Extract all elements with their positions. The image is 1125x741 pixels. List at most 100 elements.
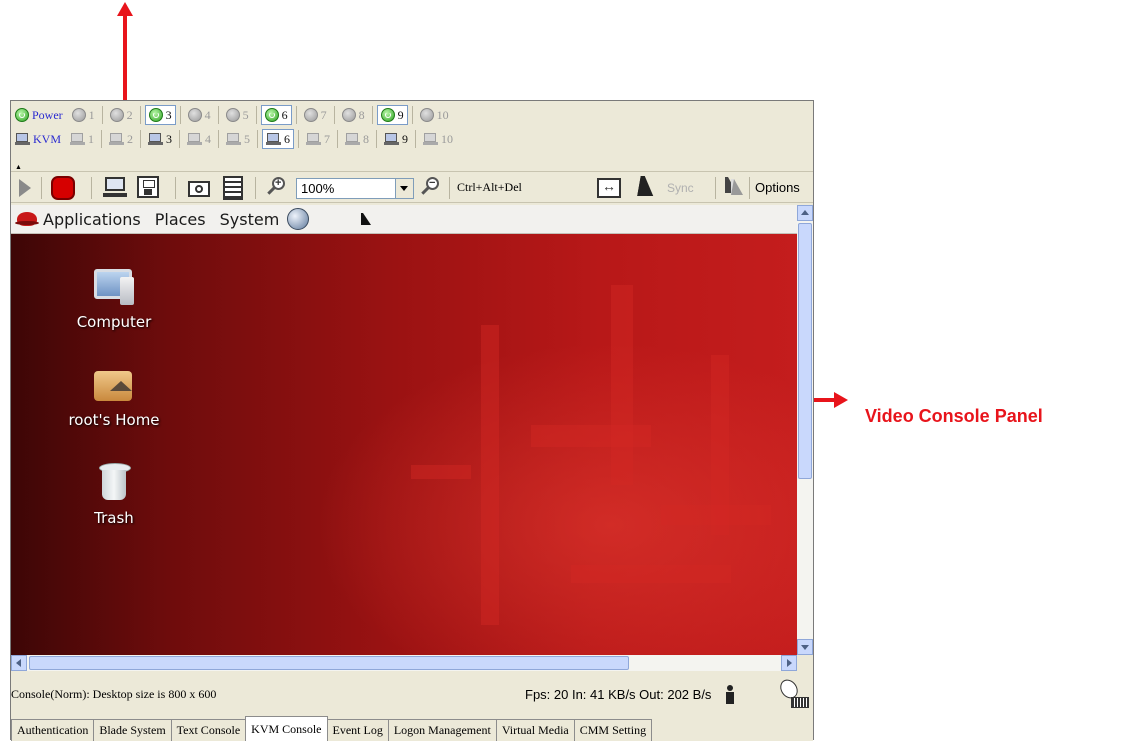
tab-virtual-media[interactable]: Virtual Media xyxy=(495,719,575,741)
tab-logon-management[interactable]: Logon Management xyxy=(387,719,497,741)
scroll-down-button[interactable] xyxy=(797,639,813,655)
desktop-icon-computer[interactable]: Computer xyxy=(59,267,169,331)
scroll-right-button[interactable] xyxy=(781,655,797,671)
slot-separator xyxy=(139,106,141,124)
kvm-slot-8[interactable]: 8 xyxy=(342,129,372,149)
video-console-panel-label: Video Console Panel xyxy=(865,406,1043,426)
fit-screen-icon[interactable] xyxy=(597,178,621,198)
user-icon[interactable] xyxy=(725,685,735,705)
kvm-slot-9[interactable]: 9 xyxy=(381,129,411,149)
power-slot-4[interactable]: 4 xyxy=(185,105,214,125)
menu-system[interactable]: System xyxy=(220,210,280,229)
power-slot-5[interactable]: 5 xyxy=(223,105,252,125)
keyboard-mouse-icon[interactable] xyxy=(777,679,809,708)
power-off-icon xyxy=(303,108,318,122)
menu-places[interactable]: Places xyxy=(155,210,206,229)
play-icon[interactable] xyxy=(19,179,31,197)
slot-number: 2 xyxy=(127,131,134,146)
save-icon[interactable] xyxy=(137,176,159,198)
power-slot-10[interactable]: 10 xyxy=(417,105,452,125)
blade-status-panel: Power 1 2 3 4 5 6 7 8 9 10 KVM 1 2 3 4 5… xyxy=(11,101,813,167)
toolbar-separator xyxy=(175,177,176,199)
power-slot-9[interactable]: 9 xyxy=(376,105,408,125)
kvm-slot-10[interactable]: 10 xyxy=(420,129,456,149)
kvm-row-label[interactable]: KVM xyxy=(15,132,61,147)
kvm-application-window: Power 1 2 3 4 5 6 7 8 9 10 KVM 1 2 3 4 5… xyxy=(10,100,814,741)
power-slot-8[interactable]: 8 xyxy=(339,105,368,125)
video-console-panel[interactable]: Applications Places System Computer root… xyxy=(11,205,797,655)
zoom-level-value: 100% xyxy=(301,181,335,196)
kvm-on-icon xyxy=(384,132,400,146)
desktop-icon-home[interactable]: root's Home xyxy=(59,365,169,429)
slot-separator xyxy=(415,130,417,148)
power-slot-6[interactable]: 6 xyxy=(260,105,292,125)
power-slot-1[interactable]: 1 xyxy=(69,105,98,125)
kvm-label: KVM xyxy=(33,131,62,146)
slot-number: 8 xyxy=(358,107,365,122)
web-browser-icon[interactable] xyxy=(287,208,310,230)
slot-separator xyxy=(411,106,413,124)
power-slot-3[interactable]: 3 xyxy=(144,105,176,125)
power-off-icon xyxy=(187,108,202,122)
vertical-scroll-thumb[interactable] xyxy=(798,223,812,479)
slot-number: 3 xyxy=(165,107,172,122)
screenshot-camera-icon[interactable] xyxy=(187,176,213,200)
zoom-level-select[interactable]: 100% xyxy=(296,178,414,199)
scroll-up-button[interactable] xyxy=(797,205,813,221)
sync-button[interactable]: Sync xyxy=(667,181,694,195)
slot-separator xyxy=(376,130,378,148)
tab-blade-system[interactable]: Blade System xyxy=(93,719,172,741)
kvm-slot-2[interactable]: 2 xyxy=(106,129,136,149)
slot-number: 1 xyxy=(88,107,95,122)
kvm-off-icon xyxy=(109,132,125,146)
vertical-scrollbar[interactable] xyxy=(797,205,813,655)
wallpaper-stripe xyxy=(411,465,471,479)
options-button[interactable]: Options xyxy=(755,180,800,195)
kvm-slot-7[interactable]: 7 xyxy=(303,129,333,149)
power-slot-7[interactable]: 7 xyxy=(301,105,330,125)
slot-number: 8 xyxy=(363,131,370,146)
chevron-down-icon[interactable] xyxy=(395,179,413,198)
horizontal-scroll-thumb[interactable] xyxy=(29,656,629,670)
tab-cmm-setting[interactable]: CMM Setting xyxy=(573,719,653,741)
desktop-icon-trash[interactable]: Trash xyxy=(59,463,169,527)
toolbar-separator xyxy=(41,177,42,199)
kvm-slot-6[interactable]: 6 xyxy=(262,129,295,149)
kvm-slot-4[interactable]: 4 xyxy=(184,129,214,149)
kvm-row: KVM 1 2 3 4 5 6 7 8 9 10 xyxy=(15,128,460,150)
slot-number: 6 xyxy=(284,131,291,146)
panel-icon[interactable] xyxy=(223,176,243,200)
throughput-status-text: Fps: 20 In: 41 KB/s Out: 202 B/s xyxy=(525,687,712,702)
horizontal-scrollbar[interactable] xyxy=(11,655,797,671)
tab-event-log[interactable]: Event Log xyxy=(326,719,389,741)
zoom-in-icon[interactable]: + xyxy=(267,176,289,198)
kvm-slot-5[interactable]: 5 xyxy=(223,129,253,149)
tab-authentication[interactable]: Authentication xyxy=(11,719,95,741)
stop-icon[interactable] xyxy=(51,176,75,200)
slot-separator xyxy=(179,106,181,124)
dual-cursor-icon[interactable] xyxy=(725,177,743,197)
computer-icon xyxy=(92,267,136,307)
tab-kvm-console[interactable]: KVM Console xyxy=(245,716,328,741)
power-slot-2[interactable]: 2 xyxy=(107,105,136,125)
slot-number: 9 xyxy=(397,107,404,122)
slot-number: 2 xyxy=(126,107,133,122)
power-row-label[interactable]: Power xyxy=(15,108,63,123)
slot-separator xyxy=(255,106,257,124)
kvm-off-icon xyxy=(423,132,439,146)
kvm-slot-3[interactable]: 3 xyxy=(145,129,175,149)
ctrl-alt-del-button[interactable]: Ctrl+Alt+Del xyxy=(457,180,522,195)
tab-text-console[interactable]: Text Console xyxy=(170,719,247,741)
mouse-pointer-icon[interactable] xyxy=(637,176,657,196)
slot-separator xyxy=(257,130,259,148)
kvm-off-icon xyxy=(226,132,242,146)
kvm-slot-1[interactable]: 1 xyxy=(67,129,97,149)
toolbar-separator xyxy=(91,177,92,199)
status-bar: Console(Norm): Desktop size is 800 x 600… xyxy=(11,675,813,711)
scroll-left-button[interactable] xyxy=(11,655,27,671)
toolbar-separator xyxy=(715,177,716,199)
menu-applications[interactable]: Applications xyxy=(43,210,141,229)
zoom-out-icon[interactable]: − xyxy=(421,176,443,198)
monitor-icon[interactable] xyxy=(103,176,127,198)
redhat-logo-icon xyxy=(15,212,39,226)
